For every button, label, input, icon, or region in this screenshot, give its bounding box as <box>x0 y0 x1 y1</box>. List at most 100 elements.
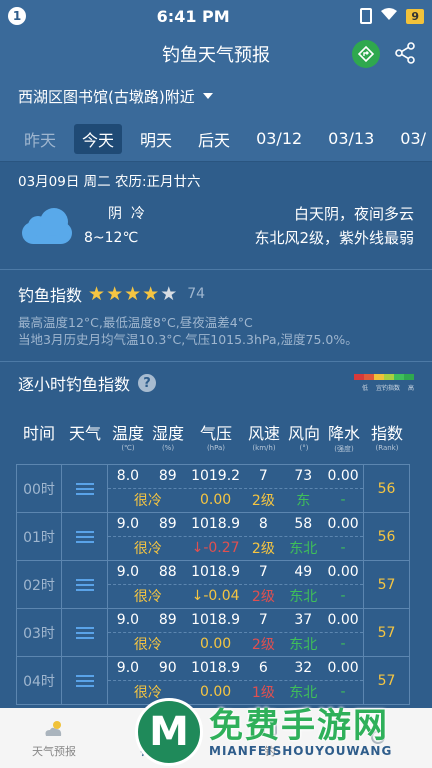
table-row: 03时 9.0 89 1018.9 7 37 0.00 很冷 0.00 2级 东… <box>16 609 410 657</box>
tab-today[interactable]: 今天 <box>74 123 123 154</box>
location-name: 西湖区图书馆(古墩路)附近 <box>18 87 195 106</box>
row-time: 01时 <box>16 513 62 560</box>
table-header: 时间 天气 温度 湿度 气压 风速 风向 降水 指数 <box>0 404 432 444</box>
today-weather-card: 03月09日 周二 农历:正月廿六 阴 冷 8~12℃ 白天阴，夜间多云 东北风… <box>0 162 432 270</box>
legend-swatch <box>354 374 364 380</box>
row-feel: 很冷 <box>133 685 162 702</box>
row-temp: 9.0 <box>116 660 140 677</box>
table-row: 04时 9.0 90 1018.9 6 32 0.00 很冷 0.00 1级 东… <box>16 657 410 705</box>
battery-icon: 9 <box>406 8 424 24</box>
weather-condition: 阴 冷 <box>108 206 145 222</box>
haze-icon <box>62 561 108 608</box>
row-time: 03时 <box>16 609 62 656</box>
row-rain: 0.00 <box>327 516 359 533</box>
location-selector[interactable]: 西湖区图书馆(古墩路)附近 <box>0 76 432 116</box>
row-temp: 8.0 <box>116 468 140 485</box>
tab-tomorrow[interactable]: 明天 <box>132 124 180 154</box>
row-feel: 很冷 <box>133 541 162 558</box>
help-icon[interactable]: ? <box>138 374 157 392</box>
chevron-down-icon <box>202 93 213 99</box>
row-pressure-change: ↓-0.27 <box>191 540 240 557</box>
tab-0312[interactable]: 03/12 <box>248 126 310 151</box>
vibrate-icon <box>360 8 373 24</box>
wifi-icon <box>380 7 398 25</box>
row-rain: 0.00 <box>327 564 359 581</box>
row-direction: 58 <box>294 516 313 533</box>
table-row: 01时 9.0 89 1018.9 8 58 0.00 很冷 ↓-0.27 2级… <box>16 513 410 561</box>
day-tabs: 昨天 今天 明天 后天 03/12 03/13 03/ <box>0 116 432 162</box>
unit-wind: (km/h) <box>252 444 276 452</box>
row-wind-level: 1级 <box>251 685 275 702</box>
hourly-table: 00时 8.0 89 1019.2 7 73 0.00 很冷 0.00 2级 东… <box>16 464 410 705</box>
table-row: 02时 9.0 88 1018.9 7 49 0.00 很冷 ↓-0.04 2级… <box>16 561 410 609</box>
legend-low: 低 <box>361 385 368 392</box>
legend-swatch <box>394 374 404 380</box>
unit-rain: (强度) <box>334 445 354 453</box>
row-temp: 9.0 <box>116 564 140 581</box>
row-wind: 7 <box>258 468 268 485</box>
nav-fishing-index[interactable]: 钓鱼指数 <box>108 708 216 768</box>
fishing-info-1: 最高温度12°C,最低温度8°C,昼夜温差4°C <box>18 315 253 330</box>
row-humidity: 90 <box>158 660 177 677</box>
tab-day-after[interactable]: 后天 <box>190 124 238 154</box>
col-weather: 天气 <box>68 424 101 443</box>
row-humidity: 89 <box>158 612 177 629</box>
nav-weather[interactable]: 天气预报 <box>0 708 108 768</box>
row-feel: 很冷 <box>133 493 162 510</box>
row-wind: 7 <box>258 564 268 581</box>
navigation-icon[interactable] <box>352 40 380 68</box>
row-temp: 9.0 <box>116 612 140 629</box>
bottom-nav: 天气预报 钓鱼指数 钓 <box>0 708 432 768</box>
row-direction: 32 <box>294 660 313 677</box>
row-humidity: 89 <box>158 468 177 485</box>
row-wind: 7 <box>258 612 268 629</box>
temperature-range: 8~12℃ <box>84 230 139 246</box>
star-filled-icon: ★ <box>88 282 106 305</box>
tools-icon <box>263 721 277 736</box>
notification-badge: 1 <box>8 7 26 25</box>
row-pressure: 1018.9 <box>191 564 241 581</box>
cloudy-icon <box>18 208 74 244</box>
star-filled-icon: ★ <box>142 282 160 305</box>
haze-icon <box>62 513 108 560</box>
legend-swatch <box>374 374 384 380</box>
row-rain-text: - <box>340 588 346 605</box>
fishing-icon <box>152 725 172 735</box>
page-title: 钓鱼天气预报 <box>162 45 270 66</box>
row-rank: 57 <box>364 609 410 656</box>
row-rain-text: - <box>340 684 346 701</box>
row-rain: 0.00 <box>327 612 359 629</box>
row-humidity: 88 <box>158 564 177 581</box>
unit-rank: (Rank) <box>375 444 399 452</box>
row-rain-text: - <box>340 540 346 557</box>
star-rating: ★ ★ ★ ★ ★ <box>88 282 178 305</box>
tab-0313[interactable]: 03/13 <box>320 126 382 151</box>
unit-temp: (℃) <box>121 444 135 452</box>
row-rain-text: - <box>340 636 346 653</box>
star-filled-icon: ★ <box>106 282 124 305</box>
weather-summary-2: 东北风2级，紫外线最弱 <box>254 229 414 247</box>
star-empty-icon: ★ <box>160 282 178 305</box>
row-rain: 0.00 <box>327 660 359 677</box>
table-units: (℃) (%) (hPa) (km/h) (°) (强度) (Rank) <box>0 444 432 458</box>
row-direction-text: 东北 <box>289 685 318 702</box>
row-feel: 很冷 <box>133 589 162 606</box>
tab-yesterday[interactable]: 昨天 <box>16 124 64 154</box>
status-time: 6:41 PM <box>156 6 230 26</box>
share-icon[interactable] <box>394 42 416 64</box>
row-direction-text: 东 <box>296 493 311 510</box>
row-rain-text: - <box>340 492 346 509</box>
nav-more[interactable] <box>324 708 432 768</box>
unit-humidity: (%) <box>161 444 175 452</box>
legend-swatch <box>384 374 394 380</box>
row-wind-level: 2级 <box>251 541 275 558</box>
col-humidity: 湿度 <box>151 424 184 443</box>
tab-0314[interactable]: 03/ <box>392 126 432 151</box>
row-wind-level: 2级 <box>251 493 275 510</box>
col-temp: 温度 <box>111 424 144 443</box>
star-filled-icon: ★ <box>124 282 142 305</box>
nav-tools[interactable]: 钓 <box>216 708 324 768</box>
haze-icon <box>62 609 108 656</box>
legend-color-bar <box>354 374 414 380</box>
col-rank: 指数 <box>370 424 403 443</box>
